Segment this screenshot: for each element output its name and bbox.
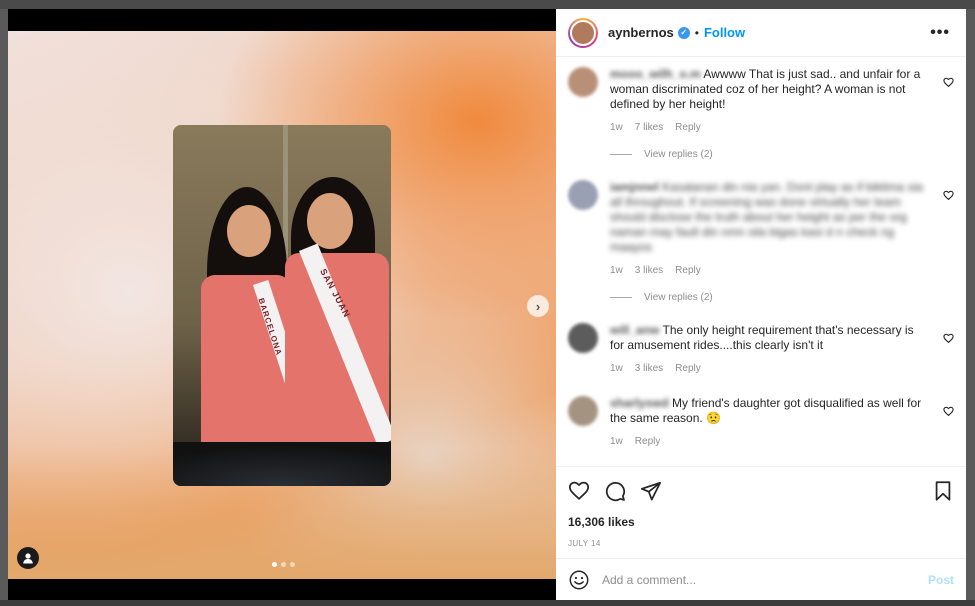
commenter-username[interactable]: mooo_wilh_o.m [610,67,701,81]
comment-like-button[interactable] [943,75,954,93]
comment-body: sharlyswd My friend's daughter got disqu… [610,396,930,447]
comment-text: iamjnnel Kasalanan din nia yan. Dont pla… [610,180,930,255]
emoji-icon[interactable] [568,569,590,591]
author-username[interactable]: aynbernos [608,25,674,40]
like-heart-icon[interactable] [568,480,590,502]
comment-meta: 1w Reply [610,436,930,447]
comment-reply-button[interactable]: Reply [675,265,701,276]
post-date[interactable]: JULY 14 [568,539,954,548]
bookmark-icon[interactable] [932,480,954,502]
comment-like-icon[interactable] [943,333,954,344]
comment-age[interactable]: 1w [610,265,623,276]
post-actions: 16,306 likes JULY 14 [556,466,966,558]
post-photo[interactable]: BARCELONA SAN JUAN [173,125,391,486]
author-avatar[interactable] [568,17,598,48]
comment-meta: 1w 3 likes Reply [610,265,930,276]
comment-body: iamjnnel Kasalanan din nia yan. Dont pla… [610,180,930,276]
comment-text: sharlyswd My friend's daughter got disqu… [610,396,930,426]
post-header: aynbernos ✓ • Follow ••• [556,9,966,57]
comment-likes[interactable]: 3 likes [635,265,663,276]
view-replies-line [610,154,632,155]
photo-face-left [227,205,271,257]
comment-like-icon[interactable] [943,406,954,417]
carousel-indicator [272,562,295,567]
comment-reply-button[interactable]: Reply [675,122,701,133]
comment-meta: 1w 7 likes Reply [610,122,930,133]
comment-item: iamjnnel Kasalanan din nia yan. Dont pla… [556,180,966,303]
photo-car [173,442,391,486]
post-media[interactable]: BARCELONA SAN JUAN › [8,9,556,600]
page-backdrop-bottom [0,600,975,606]
verified-badge-icon: ✓ [677,26,690,39]
next-photo-button[interactable]: › [527,295,549,317]
photo-face-right [307,193,353,249]
share-icon[interactable] [640,480,662,502]
comment-item: sharlyswd My friend's daughter got disqu… [556,396,966,447]
commenter-username[interactable]: iamjnnel [610,180,659,194]
carousel-dot [281,562,286,567]
comment-like-icon[interactable] [943,77,954,88]
comment-text: will_anw The only height requirement tha… [610,323,930,353]
comments-list: mooo_wilh_o.m Awwww That is just sad.. a… [556,57,966,466]
more-options-icon[interactable]: ••• [930,24,950,42]
commenter-avatar[interactable] [568,67,598,97]
user-icon [23,553,33,564]
comment-like-button[interactable] [943,188,954,206]
comment-likes[interactable]: 7 likes [635,122,663,133]
comment-input[interactable] [602,572,928,587]
comment-item: mooo_wilh_o.m Awwww That is just sad.. a… [556,67,966,160]
view-replies-label: View replies (2) [644,292,713,303]
comment-age[interactable]: 1w [610,436,623,447]
comment-item: will_anw The only height requirement tha… [556,323,966,374]
comment-age[interactable]: 1w [610,122,623,133]
add-comment-bar: Post [556,558,966,600]
commenter-avatar[interactable] [568,396,598,426]
carousel-dot [272,562,277,567]
post-modal: BARCELONA SAN JUAN › aynbernos ✓ • Follo… [8,9,966,600]
commenter-username[interactable]: sharlyswd [610,396,669,410]
comment-text: mooo_wilh_o.m Awwww That is just sad.. a… [610,67,930,112]
comment-icon[interactable] [604,480,626,502]
header-separator: • [694,25,699,40]
comment-age[interactable]: 1w [610,363,623,374]
post-comment-button[interactable]: Post [928,573,954,587]
view-replies-button[interactable]: View replies (2) [556,292,966,303]
likes-count[interactable]: 16,306 likes [568,515,954,529]
comment-reply-button[interactable]: Reply [635,436,661,447]
follow-button[interactable]: Follow [704,25,745,40]
comment-body: mooo_wilh_o.m Awwww That is just sad.. a… [610,67,930,133]
commenter-avatar[interactable] [568,323,598,353]
view-replies-button[interactable]: View replies (2) [556,149,966,160]
view-replies-line [610,297,632,298]
comment-like-button[interactable] [943,404,954,422]
comment-like-button[interactable] [943,331,954,349]
comment-like-icon[interactable] [943,190,954,201]
commenter-username[interactable]: will_anw [610,323,659,337]
tagged-users-button[interactable] [17,547,39,569]
author-avatar-image [570,19,596,46]
comment-reply-button[interactable]: Reply [675,363,701,374]
post-details-panel: aynbernos ✓ • Follow ••• mooo_wilh_o.m A… [556,9,966,600]
commenter-avatar[interactable] [568,180,598,210]
page-backdrop-top [0,0,975,9]
comment-body: will_anw The only height requirement tha… [610,323,930,374]
view-replies-label: View replies (2) [644,149,713,160]
comment-meta: 1w 3 likes Reply [610,363,930,374]
carousel-dot [290,562,295,567]
comment-likes[interactable]: 3 likes [635,363,663,374]
